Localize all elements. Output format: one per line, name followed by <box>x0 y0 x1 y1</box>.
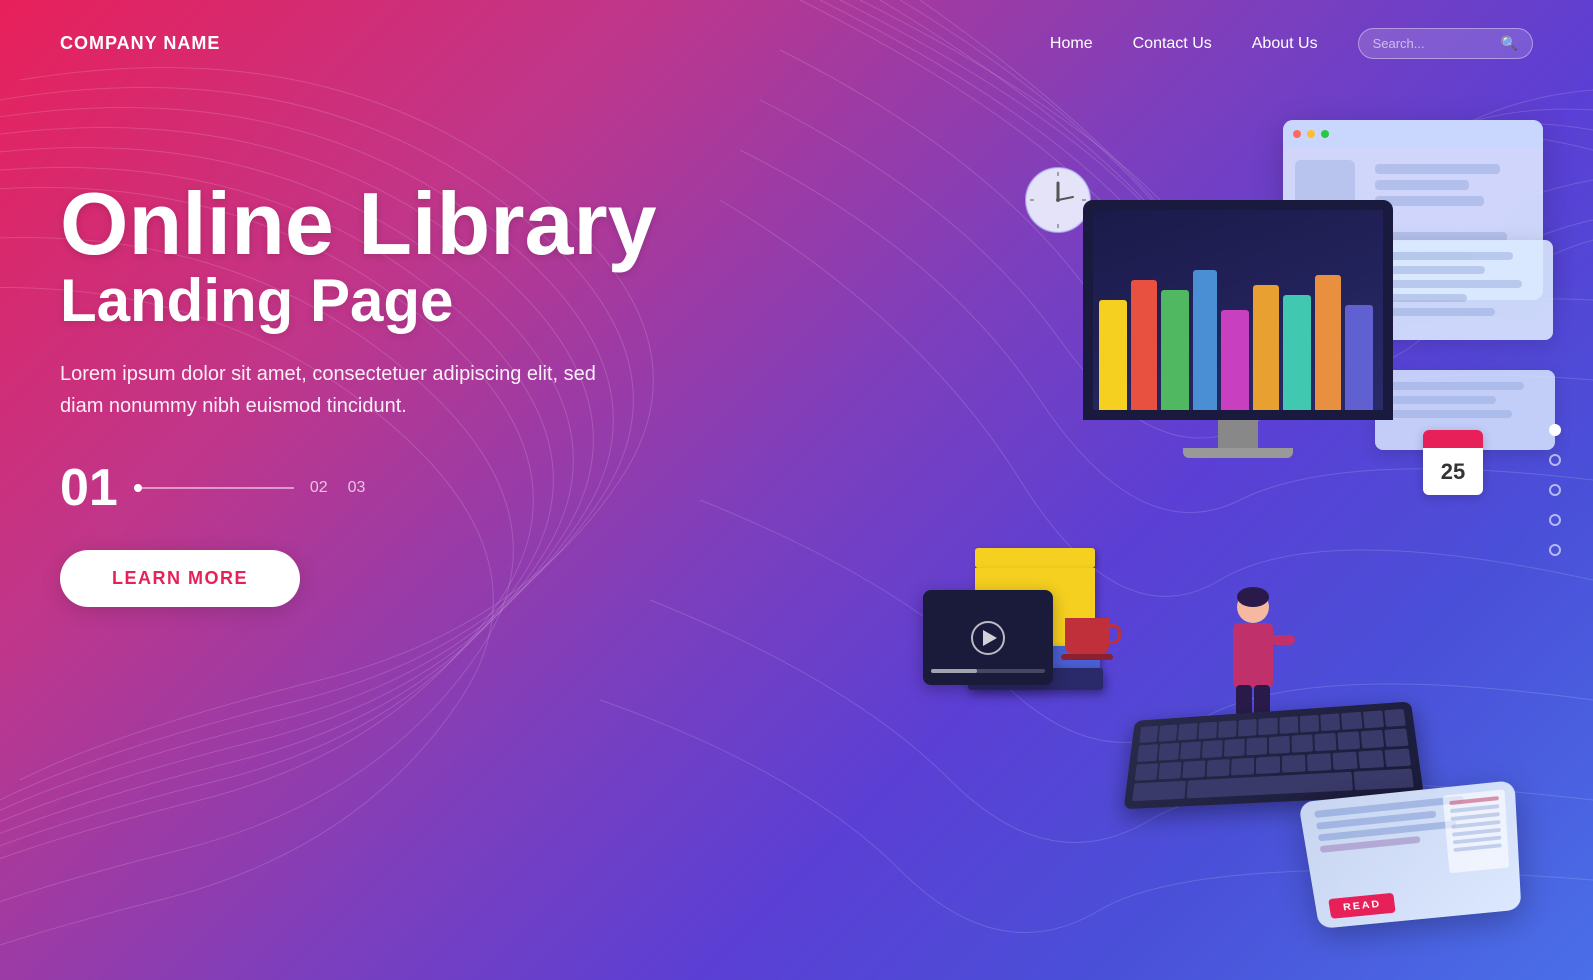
phone-illustration: READ <box>1298 780 1521 929</box>
side-dot-3[interactable] <box>1549 484 1561 496</box>
book-spine-4 <box>1193 270 1217 410</box>
calendar-date: 25 <box>1423 448 1483 495</box>
page-current: 01 <box>60 462 118 514</box>
calendar-header <box>1423 430 1483 448</box>
calendar-illustration: 25 <box>1423 430 1483 495</box>
page-line <box>134 487 294 489</box>
book-spine-9 <box>1345 305 1373 410</box>
card-line <box>1387 396 1496 404</box>
nav-links: Home Contact Us About Us 🔍 <box>1050 28 1533 59</box>
browser-text-line <box>1375 180 1469 190</box>
book-spine-1 <box>1099 300 1127 410</box>
book-spine-8 <box>1315 275 1341 410</box>
card-line <box>1387 382 1524 390</box>
keyboard-illustration <box>1124 701 1424 809</box>
video-tablet <box>923 590 1053 685</box>
pagination-row: 01 02 03 <box>60 462 657 514</box>
hero-content: Online Library Landing Page Lorem ipsum … <box>60 180 657 607</box>
phone-read-button[interactable]: READ <box>1328 893 1396 919</box>
monitor-base <box>1183 448 1293 458</box>
hero-section: COMPANY NAME Home Contact Us About Us 🔍 … <box>0 0 1593 980</box>
navbar: COMPANY NAME Home Contact Us About Us 🔍 <box>0 0 1593 87</box>
book-yellow <box>975 548 1095 568</box>
hero-title-line2: Landing Page <box>60 268 657 334</box>
side-dot-1[interactable] <box>1549 424 1561 436</box>
search-box[interactable]: 🔍 <box>1358 28 1533 59</box>
side-dot-5[interactable] <box>1549 544 1561 556</box>
coffee-cup <box>1065 618 1113 660</box>
play-button[interactable] <box>971 621 1005 655</box>
monitor-illustration <box>1083 200 1393 458</box>
hero-title-line1: Online Library <box>60 180 657 268</box>
side-dot-4[interactable] <box>1549 514 1561 526</box>
card-line <box>1387 410 1512 418</box>
company-logo: COMPANY NAME <box>60 33 220 54</box>
page-3[interactable]: 03 <box>348 479 366 497</box>
cup-saucer <box>1061 654 1113 660</box>
hero-description: Lorem ipsum dolor sit amet, consectetuer… <box>60 358 600 422</box>
book-spine-2 <box>1131 280 1157 410</box>
browser-dot-max <box>1321 130 1329 138</box>
browser-dot-min <box>1307 130 1315 138</box>
book-spine-6 <box>1253 285 1279 410</box>
nav-contact[interactable]: Contact Us <box>1133 35 1212 53</box>
nav-home[interactable]: Home <box>1050 35 1093 53</box>
book-spine-5 <box>1221 310 1249 410</box>
nav-about[interactable]: About Us <box>1252 35 1318 53</box>
browser-dot-close <box>1293 130 1301 138</box>
page-2[interactable]: 02 <box>310 479 328 497</box>
learn-more-button[interactable]: LEARN MORE <box>60 550 300 607</box>
monitor-stand <box>1218 420 1258 448</box>
browser-text-line <box>1375 164 1500 174</box>
search-input[interactable] <box>1373 36 1493 51</box>
side-dots <box>1549 424 1561 556</box>
key <box>1139 726 1158 743</box>
book-spine-3 <box>1161 290 1189 410</box>
book-spine-7 <box>1283 295 1311 410</box>
side-dot-2[interactable] <box>1549 454 1561 466</box>
browser-bar <box>1283 120 1543 148</box>
search-icon[interactable]: 🔍 <box>1501 35 1518 52</box>
